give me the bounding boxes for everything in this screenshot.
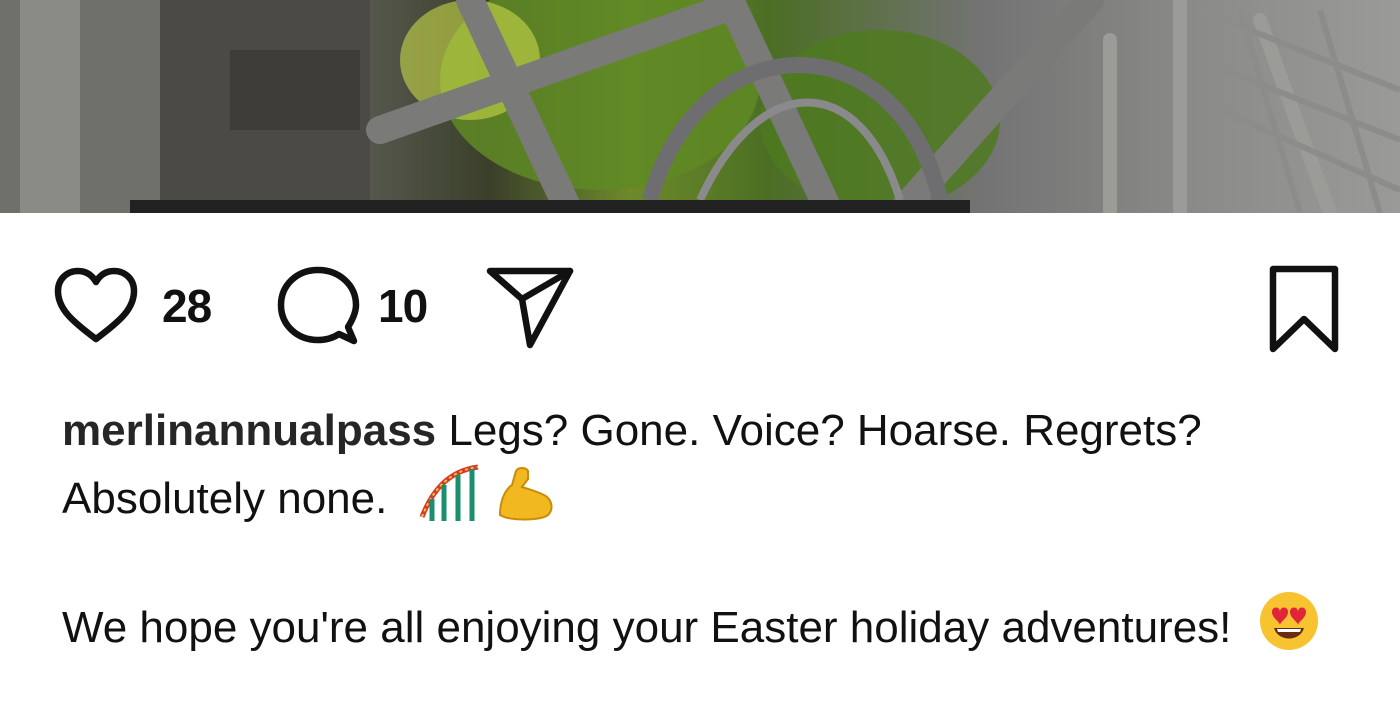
heart-outline-icon[interactable] xyxy=(52,265,140,345)
roller-coaster-emoji xyxy=(419,464,478,521)
post-action-bar: 28 10 xyxy=(0,213,1400,383)
caption-username[interactable]: merlinannualpass xyxy=(62,406,436,455)
post-image[interactable] xyxy=(0,0,1400,213)
paper-plane-icon[interactable] xyxy=(486,265,576,351)
roller-coaster-photo xyxy=(0,0,1400,213)
heart-eyes-emoji xyxy=(1259,592,1318,650)
post-caption: merlinannualpass Legs? Gone. Voice? Hoar… xyxy=(62,400,1352,658)
flexed-biceps-emoji xyxy=(498,467,553,521)
caption-first-paragraph: merlinannualpass Legs? Gone. Voice? Hoar… xyxy=(62,400,1352,529)
like-count[interactable]: 28 xyxy=(162,283,212,329)
speech-bubble-icon[interactable] xyxy=(276,265,360,349)
caption-second-paragraph: We hope you're all enjoying your Easter … xyxy=(62,590,1352,658)
caption-line2-text: We hope you're all enjoying your Easter … xyxy=(62,603,1232,652)
bookmark-outline-icon[interactable] xyxy=(1268,265,1340,353)
comment-count[interactable]: 10 xyxy=(378,283,428,329)
